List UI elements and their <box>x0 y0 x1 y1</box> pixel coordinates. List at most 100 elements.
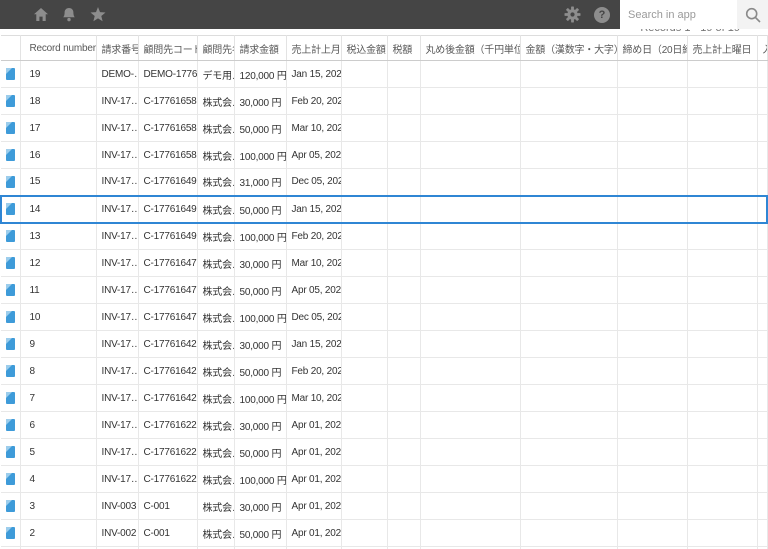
record-icon-cell <box>1 357 21 385</box>
home-icon[interactable] <box>34 8 48 21</box>
table-row-19[interactable]: 19DEMO-…DEMO-1776…デモ用…120,000 円Jan 15, 2… <box>1 60 768 88</box>
record-file-icon[interactable] <box>5 419 15 431</box>
table-row-18[interactable]: 18INV-17…C-17761658…株式会…30,000 円Feb 20, … <box>1 87 768 115</box>
record-file-icon[interactable] <box>5 230 15 243</box>
record-file-icon[interactable] <box>5 500 15 512</box>
cell-client-code: C-17761658… <box>138 87 198 115</box>
search-button[interactable] <box>737 0 768 29</box>
cell-tax-amount <box>387 465 421 493</box>
table-row-7[interactable]: 7INV-17…C-17761642…株式会…100,000 円Mar 10, … <box>1 384 768 412</box>
table-row-9[interactable]: 9INV-17…C-17761642…株式会…30,000 円Jan 15, 2… <box>1 330 768 358</box>
settings-gear-icon[interactable] <box>564 6 581 23</box>
cell-client-name: 株式会… <box>197 249 235 277</box>
table-row-6[interactable]: 6INV-17…C-17761622…株式会…30,000 円Apr 01, 2… <box>1 411 768 439</box>
table-row-5[interactable]: 5INV-17…C-17761622…株式会…50,000 円Apr 01, 2… <box>1 438 768 466</box>
record-file-icon[interactable] <box>5 149 15 161</box>
cell-invoice-amount: 30,000 円 <box>234 492 287 520</box>
cell-client-name: 株式会… <box>197 87 235 115</box>
column-header-rounded-amount[interactable]: 丸め後金額（千円単位） <box>419 35 521 61</box>
column-header-client-code[interactable]: 顧問先コード <box>137 35 198 61</box>
record-file-icon[interactable] <box>5 392 15 404</box>
record-file-icon[interactable] <box>5 257 15 269</box>
table-row-14[interactable]: 14INV-17…C-17761649…株式会…50,000 円Jan 15, … <box>0 194 768 224</box>
cell-closing-date <box>617 357 688 385</box>
record-file-icon[interactable] <box>5 95 15 107</box>
cell-record-number: 14 <box>20 194 97 224</box>
record-file-icon[interactable] <box>5 122 15 134</box>
column-header-sales-weekday[interactable]: 売上計上曜日 <box>686 35 758 61</box>
cell-record-number: 10 <box>20 303 97 331</box>
cell-client-name: 株式会… <box>197 411 235 439</box>
record-file-icon[interactable] <box>5 446 15 458</box>
cell-kanji-amount <box>520 519 618 547</box>
cell-closing-date <box>617 60 688 88</box>
column-header-icon[interactable] <box>1 35 21 61</box>
cell-sales-month: Apr 01, 2026 <box>286 492 342 520</box>
cell-sales-weekday <box>687 222 758 250</box>
cell-invoice-amount: 50,000 円 <box>234 276 287 304</box>
table-row-4[interactable]: 4INV-17…C-17761622…株式会…100,000 円Apr 01, … <box>1 465 768 493</box>
cell-client-code: C-17761622… <box>138 465 198 493</box>
column-header-tax-amount[interactable]: 税額 <box>386 35 421 61</box>
cell-client-code: C-17761647… <box>138 303 198 331</box>
record-file-icon[interactable] <box>5 175 15 188</box>
cell-kanji-amount <box>520 114 618 142</box>
column-header-tax-included-amount[interactable]: 税込金額 <box>340 35 388 61</box>
column-header-sales-month[interactable]: 売上計上月 <box>285 35 342 61</box>
record-file-icon[interactable] <box>5 311 15 323</box>
cell-client-code: C-17761622… <box>138 411 198 439</box>
record-icon-cell <box>1 60 21 88</box>
cell-rounded-amount <box>420 60 521 88</box>
column-header-kanji-amount[interactable]: 金額（漢数字・大字） <box>519 35 618 61</box>
table-row-2[interactable]: 2INV-002C-001株式会…50,000 円Apr 01, 2026 <box>1 519 768 547</box>
column-header-record-number[interactable]: Record number <box>19 35 97 61</box>
table-row-17[interactable]: 17INV-17…C-17761658…株式会…50,000 円Mar 10, … <box>1 114 768 142</box>
cell-invoice-no: INV-17… <box>96 303 139 331</box>
table-row-12[interactable]: 12INV-17…C-17761647…株式会…30,000 円Mar 10, … <box>1 249 768 277</box>
table-row-10[interactable]: 10INV-17…C-17761647…株式会…100,000 円Dec 05,… <box>1 303 768 331</box>
record-file-icon[interactable] <box>6 203 16 215</box>
search-input[interactable] <box>620 0 737 29</box>
table-row-11[interactable]: 11INV-17…C-17761647…株式会…50,000 円Apr 05, … <box>1 276 768 304</box>
cell-kanji-amount <box>520 357 618 385</box>
record-file-icon[interactable] <box>5 365 15 377</box>
cell-sales-month: Apr 05, 2026 <box>286 276 342 304</box>
column-header-invoice-amount[interactable]: 請求金額 <box>233 35 287 61</box>
table-row-13[interactable]: 13INV-17…C-17761649…株式会…100,000 円Feb 20,… <box>1 222 768 250</box>
cell-sales-weekday <box>687 249 758 277</box>
favorite-star-icon[interactable] <box>90 7 106 22</box>
cell-kanji-amount <box>520 222 618 250</box>
column-header-invoice-no[interactable]: 請求番号 <box>95 35 139 61</box>
column-header-payment[interactable]: 入金 <box>756 35 768 61</box>
record-file-icon[interactable] <box>5 527 15 539</box>
record-file-icon[interactable] <box>5 284 15 296</box>
help-icon[interactable]: ? <box>594 6 610 23</box>
cell-rounded-amount <box>420 276 521 304</box>
table-row-3[interactable]: 3INV-003C-001株式会…30,000 円Apr 01, 2026 <box>1 492 768 520</box>
cell-tax-amount <box>387 330 421 358</box>
record-file-icon[interactable] <box>5 338 15 350</box>
record-file-icon[interactable] <box>5 68 15 80</box>
cell-closing-date <box>617 438 688 466</box>
column-header-closing-date[interactable]: 締め日（20日締） <box>616 35 688 61</box>
record-file-icon[interactable] <box>5 473 15 485</box>
cell-invoice-no: INV-17… <box>96 168 139 196</box>
cell-payment <box>757 465 768 493</box>
cell-client-name: 株式会… <box>197 114 235 142</box>
cell-payment <box>757 276 768 304</box>
hamburger-menu-icon[interactable] <box>6 9 20 21</box>
cell-kanji-amount <box>520 492 618 520</box>
notification-bell-icon[interactable] <box>62 7 76 22</box>
cell-rounded-amount <box>420 411 521 439</box>
table-row-16[interactable]: 16INV-17…C-17761658…株式会…100,000 円Apr 05,… <box>1 141 768 169</box>
table-row-15[interactable]: 15INV-17…C-17761649…株式会…31,000 円Dec 05, … <box>1 168 768 196</box>
cell-client-code: C-17761642… <box>138 384 198 412</box>
cell-invoice-no: INV-17… <box>96 411 139 439</box>
cell-rounded-amount <box>420 194 521 224</box>
cell-record-number: 6 <box>20 411 97 439</box>
app-search <box>620 0 768 29</box>
cell-client-name: 株式会… <box>197 303 235 331</box>
column-header-client-name[interactable]: 顧問先名 <box>196 35 235 61</box>
record-icon-cell <box>1 249 21 277</box>
table-row-8[interactable]: 8INV-17…C-17761642…株式会…50,000 円Feb 20, 2… <box>1 357 768 385</box>
